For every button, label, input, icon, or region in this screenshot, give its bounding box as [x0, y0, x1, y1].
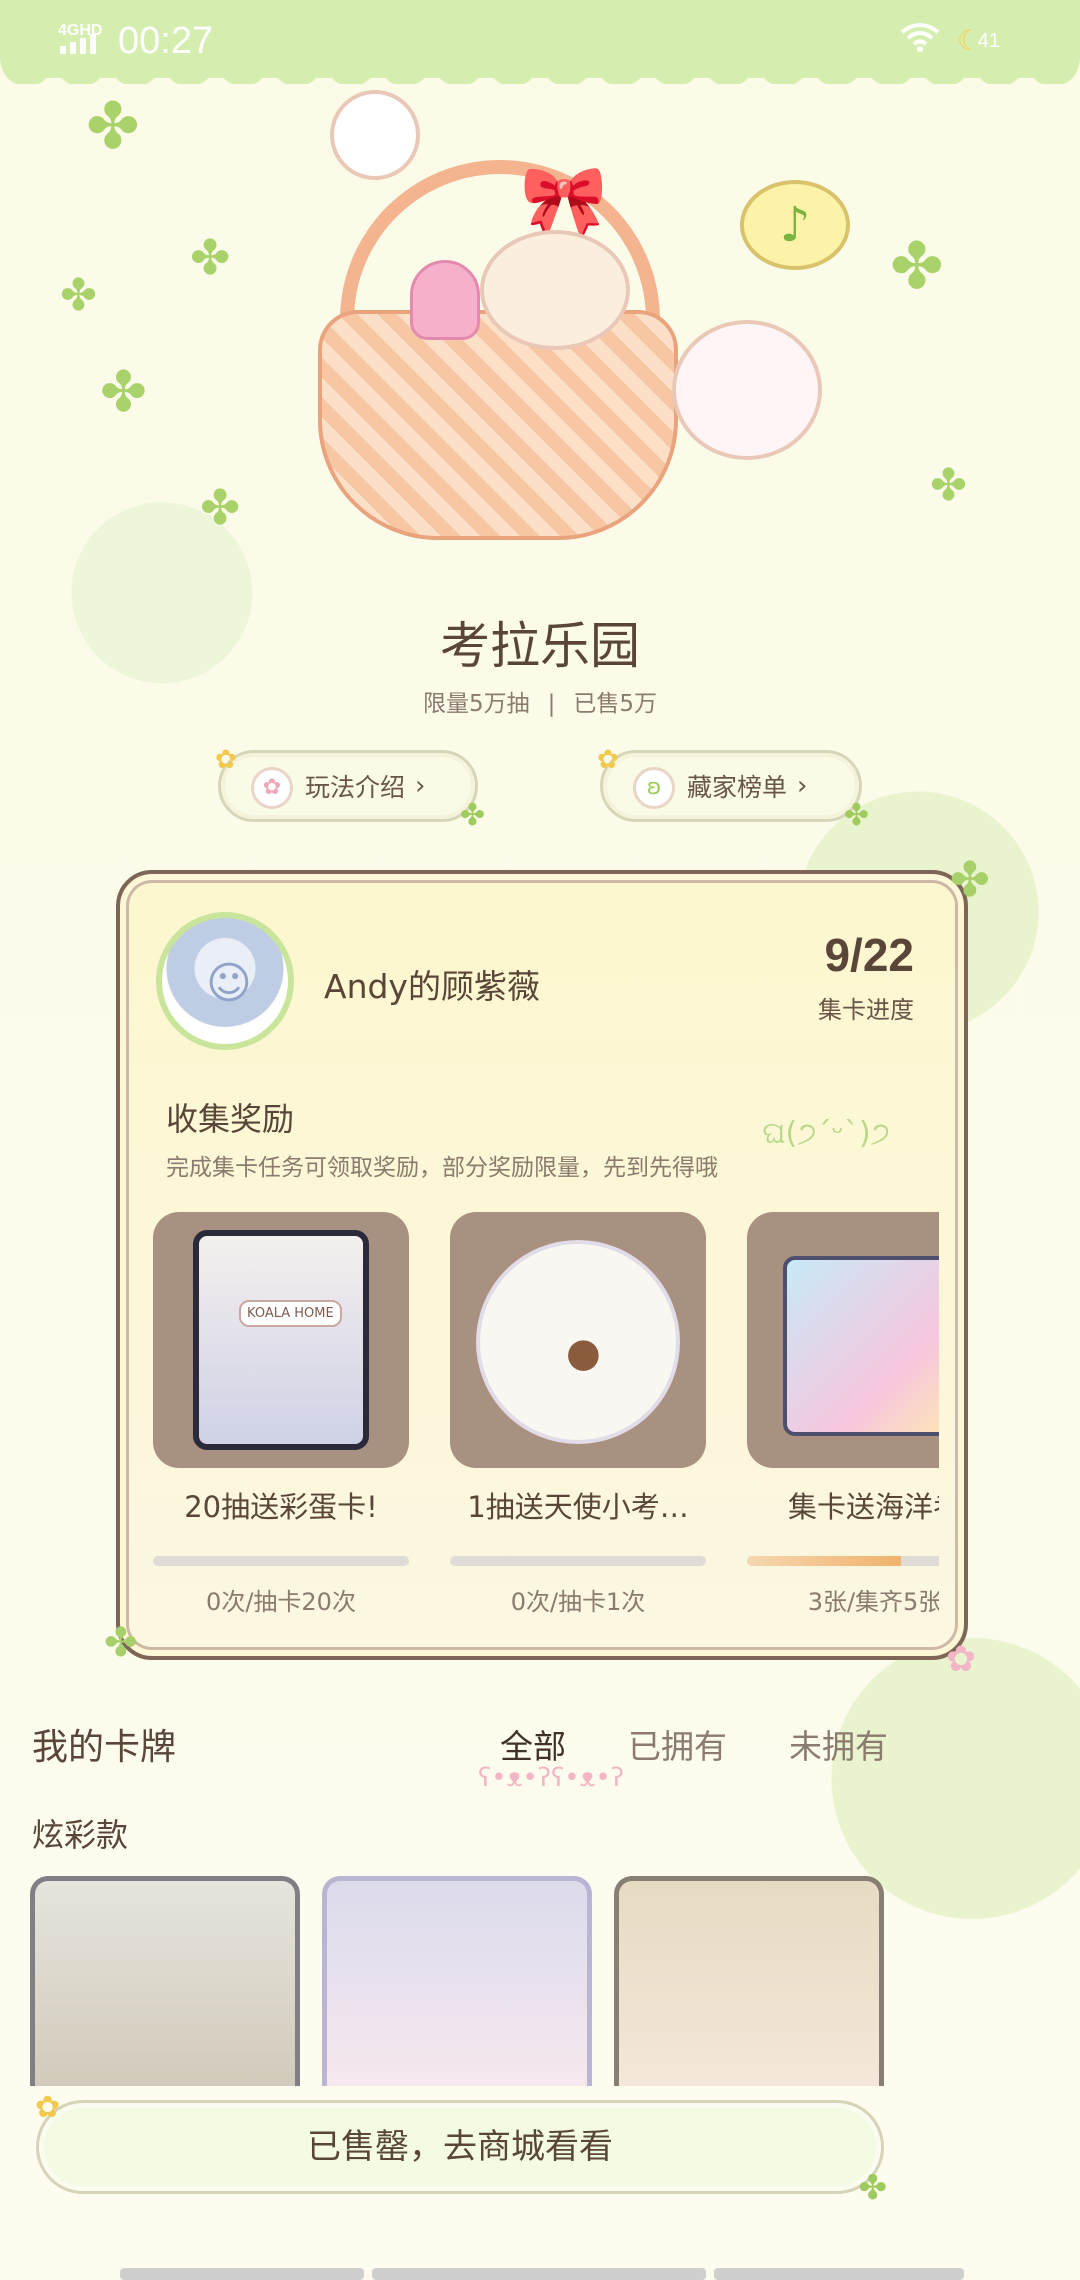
flower-icon: ✿: [597, 745, 619, 775]
clover-icon: ✤: [459, 798, 485, 833]
reward-name: 20抽送彩蛋卡!: [184, 1490, 378, 1524]
ocean-koala-image: [783, 1256, 939, 1436]
koala-pair-icon: ʕ•ᴥ•ʔʕ•ᴥ•ʔ: [478, 1763, 624, 1793]
reward-progress-bar: [450, 1556, 706, 1566]
reward-progress-fill: [747, 1556, 901, 1566]
bunny-wings-icon: ଘ(੭ˊᵕˋ)੭: [762, 1116, 890, 1151]
clover-icon: ✤: [843, 798, 869, 833]
bunny-icon: ✿: [251, 767, 293, 809]
flower-icon: ✿: [945, 1639, 976, 1680]
rules-button[interactable]: ✿ 玩法介绍 › ✿ ✤: [215, 745, 485, 833]
tab-all[interactable]: 全部: [500, 1720, 566, 1768]
collection-progress-label: 集卡进度: [818, 996, 914, 1024]
chevron-right-icon: ›: [415, 771, 426, 801]
basket: [318, 310, 678, 540]
reward-image: [153, 1212, 409, 1468]
clover-icon: ✤: [858, 2168, 888, 2208]
sold-out-shop-button[interactable]: 已售罄，去商城看看 ✿ ✤: [35, 2093, 887, 2206]
card-style-title: 炫彩款: [32, 1816, 129, 1854]
card-thumbnail[interactable]: [322, 1876, 592, 2086]
card-thumbnail[interactable]: [614, 1876, 884, 2086]
collectors-ranking-button[interactable]: ʚ 藏家榜单 › ✿ ✤: [597, 745, 869, 833]
clover-icon: ✤: [200, 480, 241, 536]
clover-icon: ✤: [930, 460, 967, 511]
rewards-description: 完成集卡任务可领取奖励，部分奖励限量，先到先得哦: [166, 1155, 718, 1181]
rewards-title: 收集奖励: [166, 1100, 295, 1138]
reward-item[interactable]: 20抽送彩蛋卡! 0次/抽卡20次: [153, 1212, 409, 1617]
bunny-icon: [330, 90, 420, 180]
bunny-icon: [672, 320, 822, 460]
reward-image: [747, 1212, 939, 1468]
angel-koala-image: [476, 1240, 680, 1444]
reward-image: [450, 1212, 706, 1468]
signal-icon: [60, 34, 96, 54]
clover-icon: ✤: [60, 270, 97, 321]
clock-time: 00:27: [118, 20, 214, 62]
clover-icon: ✤: [949, 852, 990, 908]
reward-name: 1抽送天使小考…: [467, 1490, 689, 1524]
koala-icon: ʚ: [633, 767, 675, 809]
koala-icon: [480, 230, 630, 350]
chevron-right-icon: ›: [797, 771, 808, 801]
tulip-icon: [410, 260, 480, 340]
battery-level: 41: [977, 30, 1000, 52]
koala-home-card-image: [193, 1230, 369, 1450]
reward-count: 0次/抽卡1次: [510, 1588, 646, 1616]
card-grid: [30, 1876, 890, 2086]
ranking-button-label: 藏家榜单: [687, 773, 788, 802]
rewards-carousel[interactable]: 20抽送彩蛋卡! 0次/抽卡20次 1抽送天使小考… 0次/抽卡1次 集卡送海洋…: [153, 1212, 939, 1632]
reward-item[interactable]: 集卡送海洋考 3张/集齐5张: [747, 1212, 939, 1617]
clover-icon: ✤: [86, 90, 140, 164]
clover-icon: ✤: [100, 360, 147, 425]
avatar-figure-icon: ☺: [206, 958, 252, 1009]
reward-item[interactable]: 1抽送天使小考… 0次/抽卡1次: [450, 1212, 706, 1617]
reward-progress-bar: [747, 1556, 939, 1566]
reward-count: 0次/抽卡20次: [206, 1588, 356, 1616]
rules-button-label: 玩法介绍: [305, 773, 406, 802]
page-subtitle: 限量5万抽 | 已售5万: [0, 684, 1080, 718]
reward-name: 集卡送海洋考: [787, 1490, 939, 1524]
collection-progress: 9/22: [824, 929, 914, 981]
clover-icon: ✤: [890, 230, 944, 304]
hero-illustration: ✤ ✤ ✤ ✤ ✤ ✤ ✤ 🎀 ♪: [0, 60, 1080, 580]
music-note-icon: ♪: [740, 180, 850, 270]
card-filter-tabs: 全部 已拥有 未拥有: [500, 1720, 888, 1768]
clover-icon: ✤: [190, 230, 231, 286]
limit-text: 限量5万抽: [422, 691, 530, 717]
reward-progress-bar: [153, 1556, 409, 1566]
wifi-icon: [900, 22, 940, 61]
sold-out-label: 已售罄，去商城看看: [307, 2127, 613, 2167]
username: Andy的顾紫薇: [324, 967, 540, 1006]
reward-count: 3张/集齐5张: [807, 1588, 939, 1616]
flower-icon: ✿: [35, 2090, 61, 2125]
avatar[interactable]: ☺: [156, 912, 294, 1050]
page-title: 考拉乐园: [440, 617, 640, 675]
card-thumbnail[interactable]: [30, 1876, 300, 2086]
sold-text: 已售5万: [573, 691, 658, 717]
clover-icon: ✤: [104, 1620, 138, 1666]
collection-card: ☺ Andy的顾紫薇 9/22 集卡进度 收集奖励 完成集卡任务可领取奖励，部分…: [104, 852, 990, 1680]
tab-owned[interactable]: 已拥有: [628, 1720, 727, 1768]
tab-not-owned[interactable]: 未拥有: [789, 1720, 888, 1768]
flower-icon: ✿: [215, 745, 237, 775]
bottom-indicator: [120, 2268, 964, 2280]
my-cards-title: 我的卡牌: [32, 1727, 177, 1768]
separator: |: [547, 691, 556, 717]
